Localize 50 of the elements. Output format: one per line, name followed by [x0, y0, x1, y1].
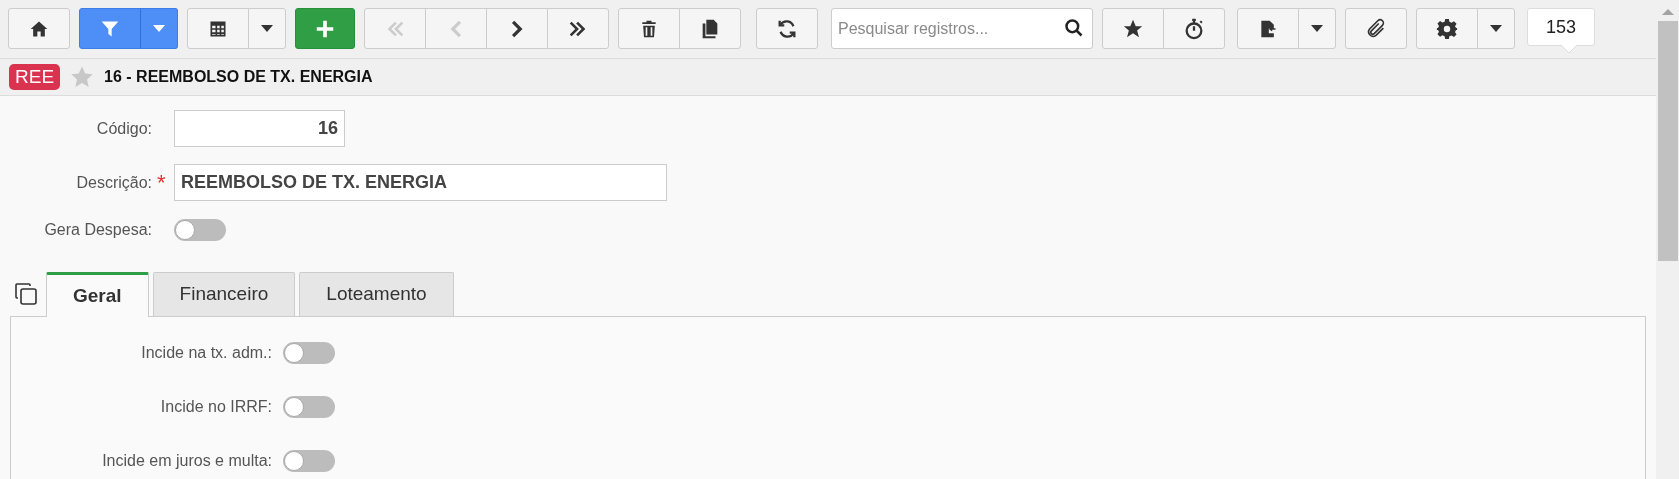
attachment-button[interactable] — [1345, 8, 1407, 49]
record-title: 16 - REEMBOLSO DE TX. ENERGIA — [104, 67, 373, 87]
caret-icon — [153, 25, 165, 32]
callout-pointer — [1561, 45, 1577, 53]
export-button[interactable] — [1237, 8, 1299, 49]
tab[interactable]: Geral — [46, 272, 149, 317]
search-field[interactable]: Pesquisar registros... — [831, 8, 1093, 49]
tab[interactable]: Loteamento — [299, 272, 454, 316]
refresh-icon — [776, 17, 798, 40]
search-icon — [1064, 18, 1084, 38]
toggle-switch[interactable] — [174, 219, 226, 241]
refresh-button[interactable] — [756, 8, 818, 49]
required-marker: * — [157, 174, 167, 191]
delete-button[interactable] — [618, 8, 680, 49]
filter-button[interactable] — [79, 8, 141, 49]
field-label: Descrição: — [75, 172, 153, 193]
home-button[interactable] — [8, 8, 70, 49]
field-label: Código: — [95, 118, 153, 139]
settings-dropdown-button[interactable] — [1477, 8, 1515, 49]
settings-icon — [1436, 17, 1458, 40]
settings-button[interactable] — [1416, 8, 1478, 49]
description-field[interactable]: REEMBOLSO DE TX. ENERGIA — [174, 164, 667, 201]
favorites-button[interactable] — [1102, 8, 1164, 49]
record-badge: REE — [9, 64, 61, 90]
caret-icon — [1490, 25, 1502, 32]
field-label: Incide em juros e multa: — [101, 451, 273, 471]
next-record-button[interactable] — [486, 8, 548, 49]
favorite-star-icon[interactable] — [70, 65, 95, 89]
paperclip-icon — [1365, 17, 1387, 40]
duplicate-button[interactable] — [679, 8, 741, 49]
toggle-switch[interactable] — [283, 450, 335, 472]
last-record-button[interactable] — [547, 8, 609, 49]
toggle-switch[interactable] — [283, 342, 335, 364]
field-label: Incide na tx. adm.: — [140, 343, 273, 363]
toggle-switch[interactable] — [283, 396, 335, 418]
caret-icon — [1311, 25, 1323, 32]
tab[interactable]: Financeiro — [152, 272, 296, 316]
timer-button[interactable] — [1163, 8, 1225, 49]
field-label: Gera Despesa: — [43, 220, 153, 240]
grid-view-button[interactable] — [187, 8, 249, 49]
view-dropdown-button[interactable] — [248, 8, 286, 49]
copy-icon[interactable] — [14, 282, 38, 306]
add-button[interactable] — [295, 8, 355, 49]
code-field[interactable]: 16 — [174, 110, 345, 147]
field-label: Incide no IRRF: — [159, 397, 273, 417]
export-dropdown-button[interactable] — [1298, 8, 1336, 49]
stopwatch-icon — [1183, 16, 1205, 41]
caret-icon — [261, 25, 273, 32]
filter-dropdown-button[interactable] — [140, 8, 178, 49]
scrollbar[interactable] — [1656, 0, 1679, 479]
